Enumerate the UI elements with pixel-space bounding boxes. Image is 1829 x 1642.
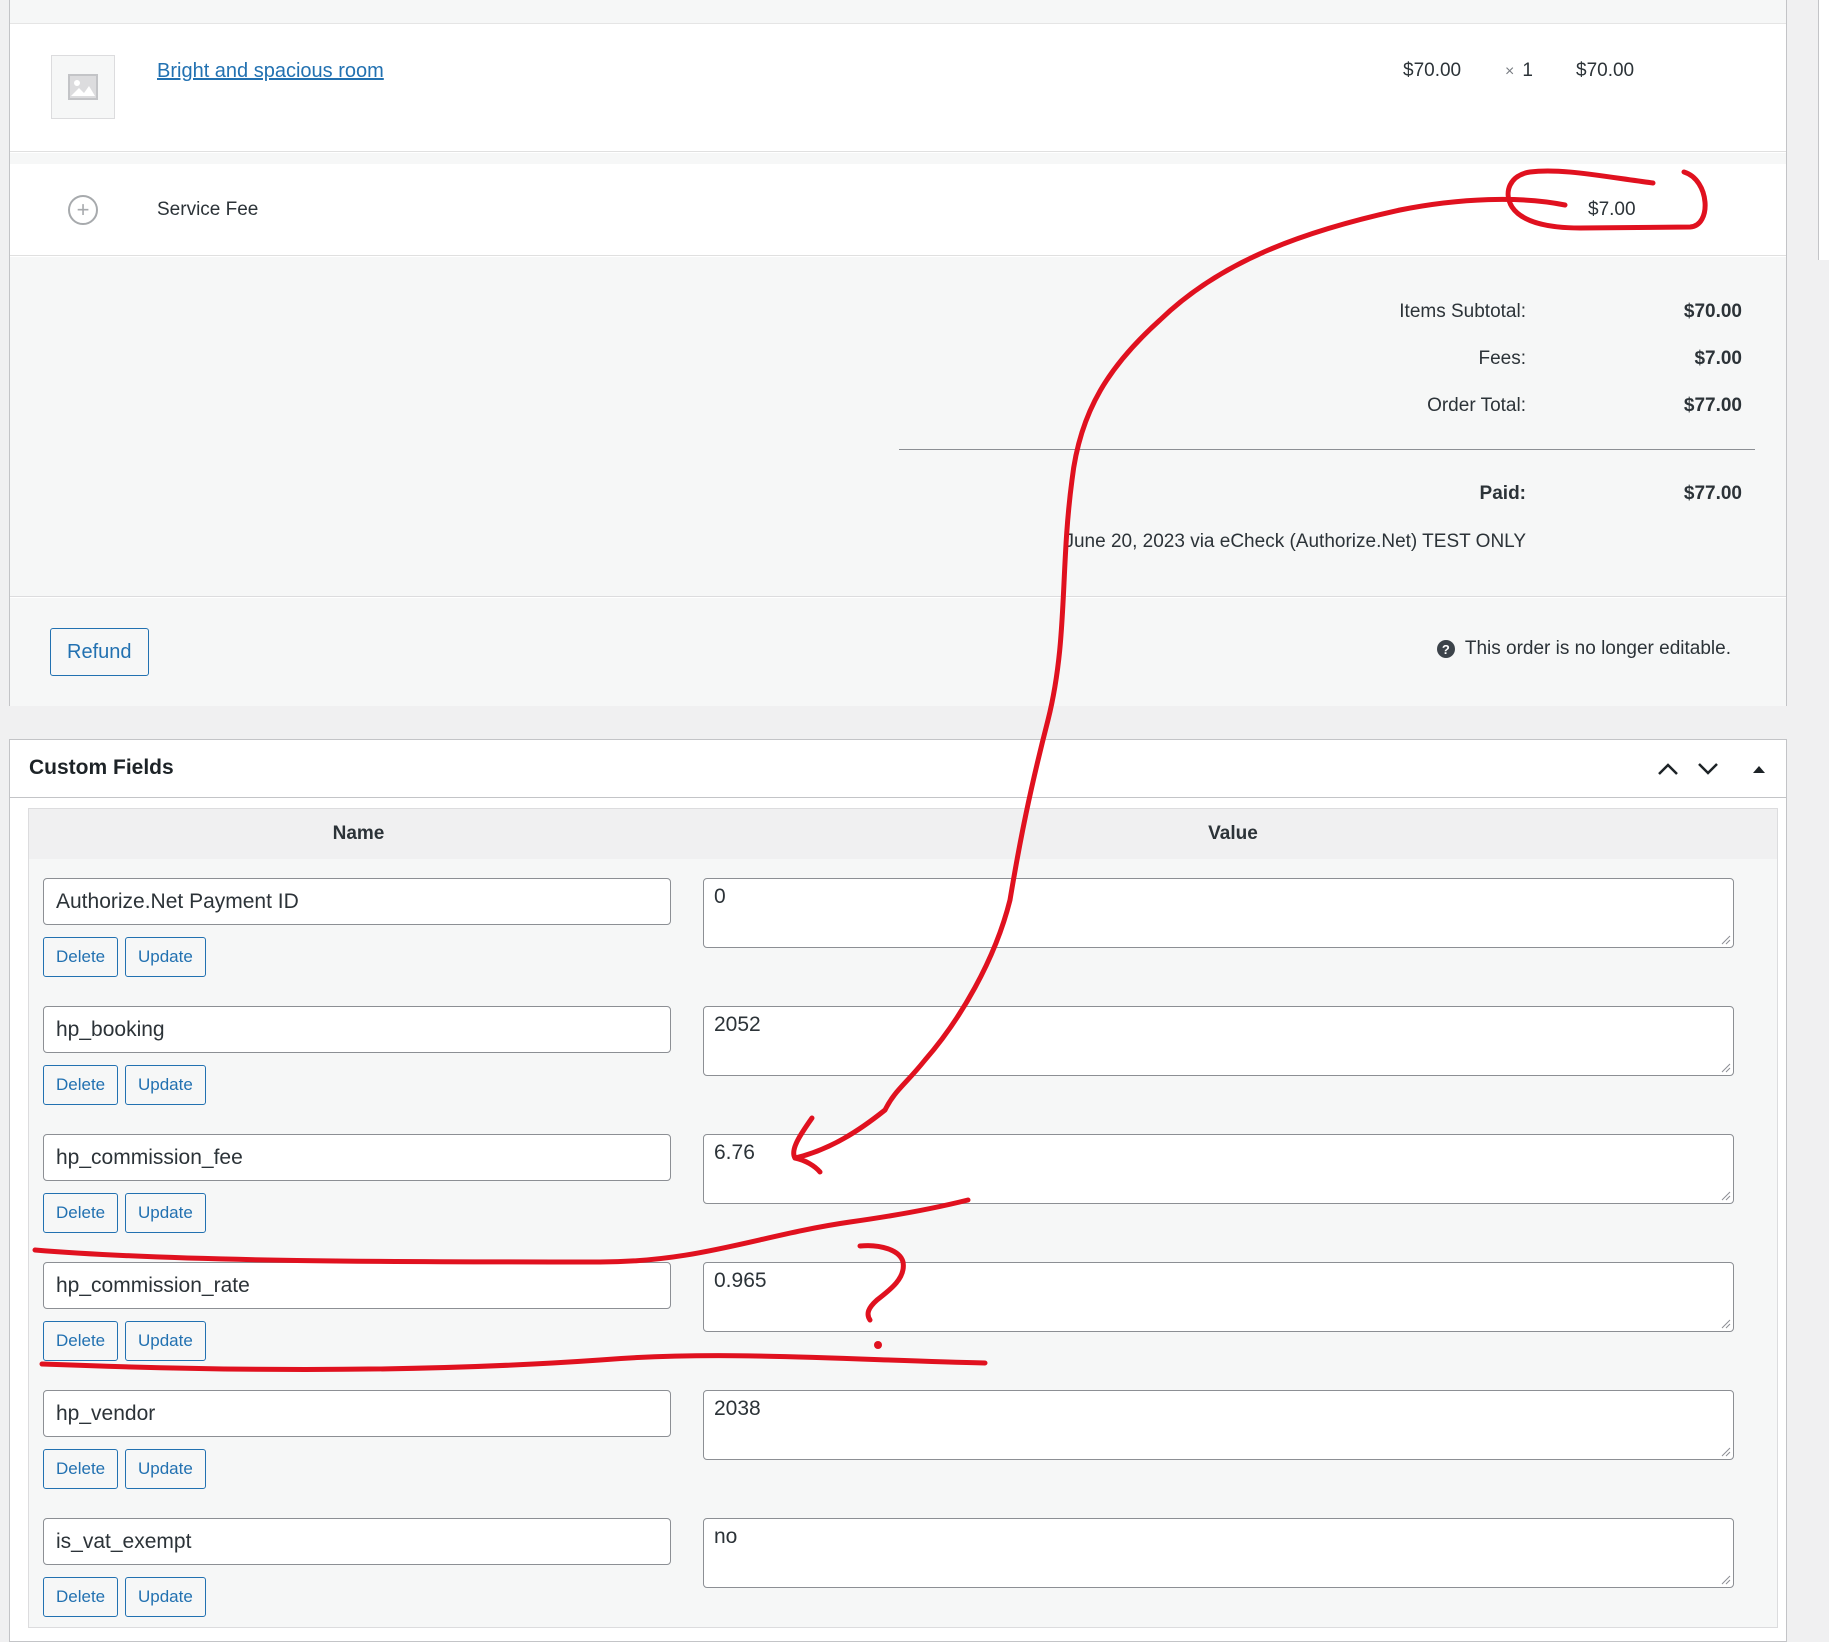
meta-value-text: 0.965 bbox=[714, 1269, 767, 1292]
meta-key-input[interactable] bbox=[43, 878, 671, 925]
column-header-strip bbox=[10, 0, 1786, 24]
move-down-icon[interactable] bbox=[1692, 753, 1724, 785]
meta-key-input[interactable] bbox=[43, 1134, 671, 1181]
update-button[interactable]: Update bbox=[125, 1193, 206, 1233]
delete-button[interactable]: Delete bbox=[43, 1449, 119, 1489]
help-icon: ? bbox=[1436, 640, 1455, 658]
not-editable-text: This order is no longer editable. bbox=[1464, 638, 1731, 659]
order-total-value: $77.00 bbox=[1683, 395, 1742, 416]
meta-value-text: no bbox=[714, 1525, 738, 1548]
table-row: no Delete Update bbox=[29, 1506, 1777, 1634]
order-total-label: Order Total: bbox=[1427, 395, 1526, 416]
meta-value-textarea[interactable]: 2038 bbox=[703, 1390, 1734, 1460]
update-button[interactable]: Update bbox=[125, 1321, 206, 1361]
meta-value-textarea[interactable]: no bbox=[703, 1518, 1734, 1588]
subtotal-value: $70.00 bbox=[1683, 301, 1742, 322]
table-row: 0.965 Delete Update bbox=[29, 1250, 1777, 1378]
fee-row: + Service Fee $7.00 bbox=[10, 164, 1786, 256]
fee-name: Service Fee bbox=[157, 199, 259, 220]
table-row: 0 Delete Update bbox=[29, 866, 1777, 994]
refund-button[interactable]: Refund bbox=[50, 628, 149, 676]
custom-fields-header: Custom Fields bbox=[10, 740, 1786, 798]
meta-value-text: 0 bbox=[714, 885, 726, 908]
meta-value-textarea[interactable]: 6.76 bbox=[703, 1134, 1734, 1204]
update-button[interactable]: Update bbox=[125, 1449, 206, 1489]
update-button[interactable]: Update bbox=[125, 937, 206, 977]
order-actions: Refund ? This order is no longer editabl… bbox=[10, 598, 1786, 706]
item-total: $70.00 bbox=[1576, 60, 1635, 81]
delete-button[interactable]: Delete bbox=[43, 1065, 119, 1105]
move-up-icon[interactable] bbox=[1652, 753, 1684, 785]
custom-fields-table: Name Value 0 Delete Update 2052 Delete U… bbox=[28, 808, 1778, 1628]
meta-key-input[interactable] bbox=[43, 1390, 671, 1437]
table-row: 2052 Delete Update bbox=[29, 994, 1777, 1122]
custom-fields-title: Custom Fields bbox=[29, 756, 174, 779]
fee-total: $7.00 bbox=[1588, 199, 1636, 220]
meta-value-text: 2052 bbox=[714, 1013, 761, 1036]
update-button[interactable]: Update bbox=[125, 1065, 206, 1105]
delete-button[interactable]: Delete bbox=[43, 1321, 119, 1361]
meta-key-input[interactable] bbox=[43, 1518, 671, 1565]
resize-grip-icon[interactable] bbox=[1721, 1319, 1731, 1329]
item-quantity: × 1 bbox=[1505, 60, 1533, 82]
delete-button[interactable]: Delete bbox=[43, 937, 119, 977]
times-symbol: × bbox=[1505, 63, 1515, 80]
plus-circle-icon: + bbox=[68, 195, 98, 225]
column-header-value: Value bbox=[1208, 823, 1258, 844]
meta-value-textarea[interactable]: 0 bbox=[703, 878, 1734, 948]
item-quantity-value: 1 bbox=[1522, 60, 1533, 81]
paid-label: Paid: bbox=[1479, 483, 1526, 504]
sidebar-panel-edge bbox=[1818, 0, 1829, 260]
resize-grip-icon[interactable] bbox=[1721, 1575, 1731, 1585]
table-row: 6.76 Delete Update bbox=[29, 1122, 1777, 1250]
resize-grip-icon[interactable] bbox=[1721, 1063, 1731, 1073]
fees-label: Fees: bbox=[1478, 348, 1526, 369]
payment-note: June 20, 2023 via eCheck (Authorize.Net)… bbox=[1064, 531, 1526, 552]
table-row: 2038 Delete Update bbox=[29, 1378, 1777, 1506]
update-button[interactable]: Update bbox=[125, 1577, 206, 1617]
custom-fields-panel: Custom Fields Name Value 0 Delete Update… bbox=[9, 739, 1787, 1642]
meta-value-textarea[interactable]: 2052 bbox=[703, 1006, 1734, 1076]
product-thumbnail bbox=[51, 55, 115, 119]
table-header: Name Value bbox=[29, 809, 1777, 859]
order-items-panel: Bright and spacious room $70.00 × 1 $70.0… bbox=[9, 0, 1787, 706]
fees-value: $7.00 bbox=[1694, 348, 1742, 369]
line-item-row: Bright and spacious room $70.00 × 1 $70.0… bbox=[10, 25, 1786, 152]
delete-button[interactable]: Delete bbox=[43, 1577, 119, 1617]
item-cost: $70.00 bbox=[1403, 60, 1462, 81]
column-header-name: Name bbox=[332, 823, 385, 844]
item-name-link[interactable]: Bright and spacious room bbox=[157, 60, 384, 83]
subtotal-label: Items Subtotal: bbox=[1399, 301, 1526, 322]
meta-value-text: 6.76 bbox=[714, 1141, 755, 1164]
meta-value-textarea[interactable]: 0.965 bbox=[703, 1262, 1734, 1332]
not-editable-notice: ? This order is no longer editable. bbox=[1436, 638, 1731, 660]
meta-key-input[interactable] bbox=[43, 1006, 671, 1053]
totals-divider bbox=[899, 449, 1755, 450]
resize-grip-icon[interactable] bbox=[1721, 1447, 1731, 1457]
delete-button[interactable]: Delete bbox=[43, 1193, 119, 1233]
meta-key-input[interactable] bbox=[43, 1262, 671, 1309]
resize-grip-icon[interactable] bbox=[1721, 1191, 1731, 1201]
row-separator bbox=[10, 153, 1786, 164]
order-totals: Items Subtotal: $70.00 Fees: $7.00 Order… bbox=[10, 257, 1786, 597]
paid-value: $77.00 bbox=[1683, 483, 1742, 504]
image-placeholder-icon bbox=[68, 74, 98, 100]
collapse-toggle-icon[interactable] bbox=[1743, 753, 1775, 785]
meta-value-text: 2038 bbox=[714, 1397, 761, 1420]
resize-grip-icon[interactable] bbox=[1721, 935, 1731, 945]
